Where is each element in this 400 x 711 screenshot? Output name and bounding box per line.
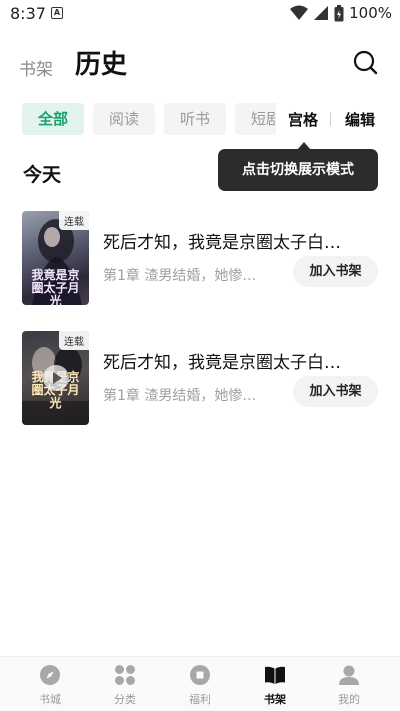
nav-item-bookshelf[interactable]: 书架 xyxy=(240,657,310,711)
profile-icon xyxy=(339,665,359,685)
book-item[interactable]: 连载 我竟是京圈太子月光 死后才知，我竟是京圈太子白… 第1章 渣男结婚，她惨…… xyxy=(0,331,400,427)
book-cover[interactable]: 连载 我竟是京圈太子月光 xyxy=(22,211,89,305)
battery-icon xyxy=(334,4,344,21)
nav-item-bookstore[interactable]: 书城 xyxy=(15,657,85,711)
play-icon[interactable] xyxy=(43,365,69,391)
serial-badge: 连载 xyxy=(59,331,89,350)
gift-icon xyxy=(190,665,210,685)
nav-label: 福利 xyxy=(189,693,211,706)
filter-all[interactable]: 全部 xyxy=(22,103,85,135)
tab-bookshelf[interactable]: 书架 xyxy=(19,55,53,80)
bottom-nav: 书城 分类 福利 书架 我的 xyxy=(0,656,400,711)
category-icon xyxy=(115,665,135,685)
divider xyxy=(330,112,332,126)
filter-listen[interactable]: 听书 xyxy=(164,103,227,135)
view-switch: 宫格 编辑 xyxy=(276,104,400,134)
cover-title-text: 我竟是京圈太子月光 xyxy=(31,268,80,306)
compass-icon xyxy=(40,665,60,685)
section-title-today: 今天 xyxy=(23,164,62,186)
status-time: 8:37 xyxy=(10,4,46,23)
book-title[interactable]: 死后才知，我竟是京圈太子白… xyxy=(103,348,363,373)
nav-label: 书架 xyxy=(264,693,286,706)
nav-item-welfare[interactable]: 福利 xyxy=(165,657,235,711)
add-to-bookshelf-button[interactable]: 加入书架 xyxy=(293,256,378,287)
tab-history[interactable]: 历史 xyxy=(75,44,127,81)
signal-icon xyxy=(314,6,329,20)
view-mode-tooltip[interactable]: 点击切换展示模式 xyxy=(218,149,378,191)
book-item[interactable]: 连载 我竟是京圈太子月光 死后才知，我竟是京圈太子白… 第1章 渣男结婚，她惨…… xyxy=(0,211,400,307)
edit-button[interactable]: 编辑 xyxy=(345,109,375,130)
book-title[interactable]: 死后才知，我竟是京圈太子白… xyxy=(103,228,363,253)
search-icon[interactable] xyxy=(352,49,378,75)
nav-item-category[interactable]: 分类 xyxy=(90,657,160,711)
nav-label: 书城 xyxy=(39,693,61,706)
book-latest-chapter: 第1章 渣男结婚，她惨… xyxy=(103,268,257,284)
serial-badge: 连载 xyxy=(59,211,89,230)
notification-badge-icon: A xyxy=(51,7,63,19)
nav-label: 分类 xyxy=(114,693,136,706)
nav-label: 我的 xyxy=(338,693,360,706)
screen: 8:37 A 100% 书架 历史 全部 阅读 听书 短剧 宫格 编辑 点击切换… xyxy=(0,0,400,711)
book-latest-chapter: 第1章 渣男结婚，她惨… xyxy=(103,388,257,404)
filter-short-drama[interactable]: 短剧 xyxy=(235,103,280,135)
status-bar: 8:37 A 100% xyxy=(0,0,400,28)
book-icon xyxy=(265,666,285,684)
nav-item-profile[interactable]: 我的 xyxy=(314,657,384,711)
filter-read[interactable]: 阅读 xyxy=(93,103,156,135)
grid-view-button[interactable]: 宫格 xyxy=(288,109,318,130)
book-cover[interactable]: 连载 我竟是京圈太子月光 xyxy=(22,331,89,425)
add-to-bookshelf-button[interactable]: 加入书架 xyxy=(293,376,378,407)
battery-percent: 100% xyxy=(349,4,392,22)
wifi-icon xyxy=(290,5,309,20)
status-right: 100% xyxy=(290,4,392,22)
filter-row: 全部 阅读 听书 短剧 xyxy=(22,103,280,135)
